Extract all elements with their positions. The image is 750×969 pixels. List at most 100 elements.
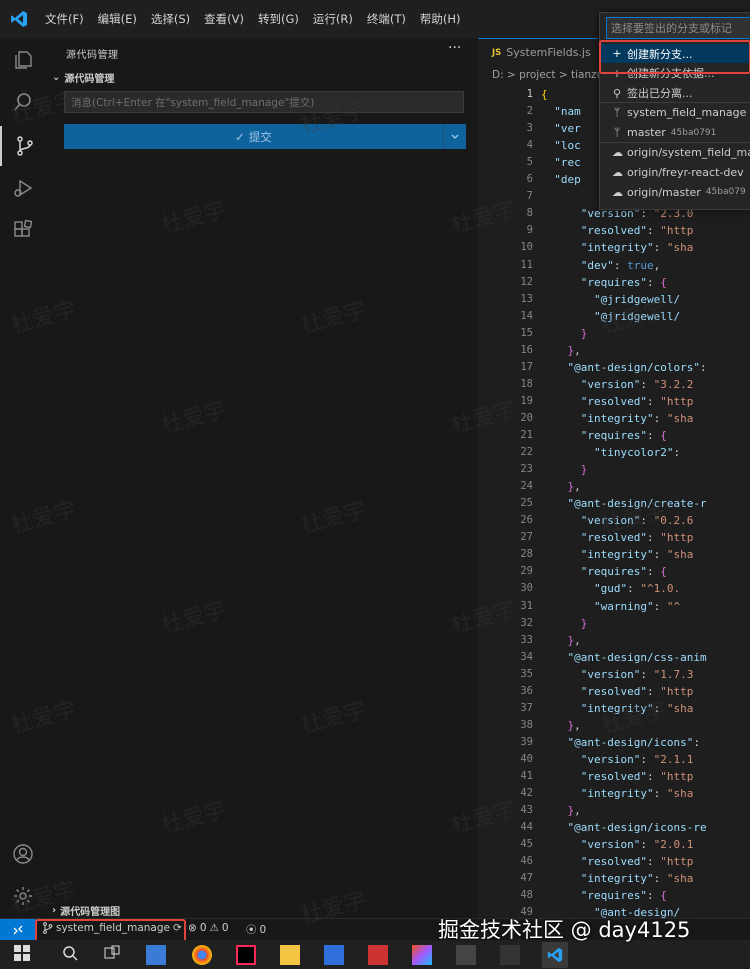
code-line: { xyxy=(541,88,548,101)
menu-selection[interactable]: 选择(S) xyxy=(144,0,197,38)
task-view-icon[interactable] xyxy=(104,945,124,965)
source-control-icon[interactable] xyxy=(0,126,48,166)
more-actions-button[interactable]: ··· xyxy=(448,40,461,56)
quick-pick-item[interactable]: ᛘ master 45ba0791 xyxy=(600,123,750,142)
line-number: 30 xyxy=(520,582,533,595)
graph-section-label: 源代码管理图 xyxy=(60,907,121,918)
chevron-down-icon: ⌄ xyxy=(52,72,61,83)
code-line: } xyxy=(580,616,588,630)
app-icon[interactable] xyxy=(146,945,166,965)
account-icon[interactable] xyxy=(0,834,46,874)
app-icon[interactable] xyxy=(456,945,476,965)
line-number: 15 xyxy=(520,326,533,339)
branch-icon: ᛘ xyxy=(613,106,621,120)
quick-pick-item[interactable]: ⚲ 签出已分离... xyxy=(600,84,750,103)
error-count: 0 xyxy=(199,922,207,934)
windows-start-icon[interactable] xyxy=(14,945,34,965)
line-number: 26 xyxy=(520,514,533,527)
code-line: }, xyxy=(567,718,581,732)
taskbar xyxy=(0,940,750,969)
site-watermark: 掘金技术社区 @ day4125 xyxy=(438,918,691,942)
commit-label: 提交 xyxy=(248,129,272,144)
source-control-sidebar: 源代码管理 ··· ⌄ 源代码管理 消息(Ctrl+Enter 在"system… xyxy=(46,38,479,918)
code-line: "integrity": "sha xyxy=(580,548,694,562)
search-icon[interactable] xyxy=(0,82,46,122)
line-number: 10 xyxy=(520,241,533,254)
quick-pick-label: 签出已分离... xyxy=(627,87,693,101)
remote-indicator-button[interactable] xyxy=(0,919,36,941)
cloud-icon: ☁ xyxy=(612,165,623,179)
quick-pick-item[interactable]: ☁ origin/master 45ba079 xyxy=(600,183,750,202)
line-number: 25 xyxy=(520,497,533,510)
line-number: 6 xyxy=(526,173,533,186)
breadcrumb[interactable]: D: > project > tianzu xyxy=(492,69,603,81)
code-line: } xyxy=(580,326,588,340)
line-number: 5 xyxy=(526,156,533,169)
code-line: "version": "2.1.1 xyxy=(580,752,694,766)
quick-pick-label: origin/freyr-react-dev xyxy=(627,165,744,179)
source-control-section-header[interactable]: ⌄ 源代码管理 xyxy=(52,70,114,85)
line-number: 34 xyxy=(520,650,533,663)
commit-message-input[interactable]: 消息(Ctrl+Enter 在"system_field_manage"提交) xyxy=(64,91,464,113)
explorer-icon[interactable] xyxy=(0,40,46,80)
line-number: 40 xyxy=(520,752,533,765)
ports-status-item[interactable]: ⦿ 0 xyxy=(246,922,266,937)
commit-dropdown-button[interactable] xyxy=(443,124,466,149)
code-line: "resolved": "http xyxy=(580,770,694,783)
code-line: "integrity": "sha xyxy=(580,701,694,715)
code-line: "resolved": "http xyxy=(580,394,694,408)
line-number: 1 xyxy=(526,88,533,100)
source-control-graph-header[interactable]: › 源代码管理图 xyxy=(52,903,120,918)
settings-gear-icon[interactable] xyxy=(0,876,46,916)
section-label: 源代码管理 xyxy=(64,74,115,85)
figma-icon[interactable] xyxy=(412,945,432,965)
branch-search-input[interactable]: 选择要签出的分支或标记 xyxy=(606,17,750,39)
line-number: 32 xyxy=(520,616,533,629)
code-line: "resolved": "http xyxy=(580,855,694,869)
line-number: 43 xyxy=(520,804,533,817)
app-icon[interactable] xyxy=(368,945,388,965)
quick-pick-label: origin/system_field_ma xyxy=(627,146,750,159)
code-line: }, xyxy=(567,633,581,647)
commit-button[interactable]: ✓ 提交 xyxy=(64,124,443,149)
quick-pick-label: system_field_manage xyxy=(627,106,747,120)
line-number: 21 xyxy=(520,429,533,441)
quick-pick-item[interactable]: ☁ origin/system_field_ma xyxy=(600,143,750,162)
line-number: 39 xyxy=(520,735,533,748)
jetbrains-icon[interactable] xyxy=(236,945,256,965)
code-line: "dep xyxy=(554,173,581,187)
menu-terminal[interactable]: 终端(T) xyxy=(360,0,413,38)
code-line: "requires": { xyxy=(580,565,667,579)
menu-file[interactable]: 文件(F) xyxy=(38,0,91,38)
quick-pick-item[interactable]: ☁ origin/freyr-react-dev xyxy=(600,163,750,182)
menu-edit[interactable]: 编辑(E) xyxy=(91,0,144,38)
code-line: "@ant-design/css-anim xyxy=(567,650,707,664)
app-icon[interactable] xyxy=(324,945,344,965)
code-line: "dev": true, xyxy=(580,258,661,272)
code-line: }, xyxy=(567,804,581,818)
editor-tab[interactable]: JS SystemFields.js xyxy=(478,38,598,66)
cloud-icon: ☁ xyxy=(612,146,623,159)
code-line: "nam xyxy=(554,105,581,119)
code-line: "@ant-design/create-r xyxy=(567,497,707,511)
commit-button-group: ✓ 提交 xyxy=(64,124,466,149)
line-number: 11 xyxy=(520,258,533,271)
code-line: "resolved": "http xyxy=(580,224,694,238)
vscode-taskbar-icon[interactable] xyxy=(542,942,568,968)
problems-status-item[interactable]: ⊗ 0 ⚠ 0 xyxy=(188,922,229,934)
menu-view[interactable]: 查看(V) xyxy=(197,0,251,38)
extensions-icon[interactable] xyxy=(0,210,46,250)
terminal-icon[interactable] xyxy=(500,945,520,965)
warning-icon: ⚠ xyxy=(209,922,219,934)
folder-icon[interactable] xyxy=(280,945,300,965)
menu-go[interactable]: 转到(G) xyxy=(251,0,306,38)
run-debug-icon[interactable] xyxy=(0,168,46,208)
menu-help[interactable]: 帮助(H) xyxy=(413,0,468,38)
line-number: 7 xyxy=(526,190,533,203)
search-icon[interactable] xyxy=(62,945,82,965)
code-line: "integrity": "sha xyxy=(580,241,694,255)
quick-pick-item[interactable]: ᛘ system_field_manage xyxy=(600,103,750,122)
code-line: "requires": { xyxy=(580,275,667,289)
menu-run[interactable]: 运行(R) xyxy=(306,0,360,38)
chrome-icon[interactable] xyxy=(192,945,212,965)
